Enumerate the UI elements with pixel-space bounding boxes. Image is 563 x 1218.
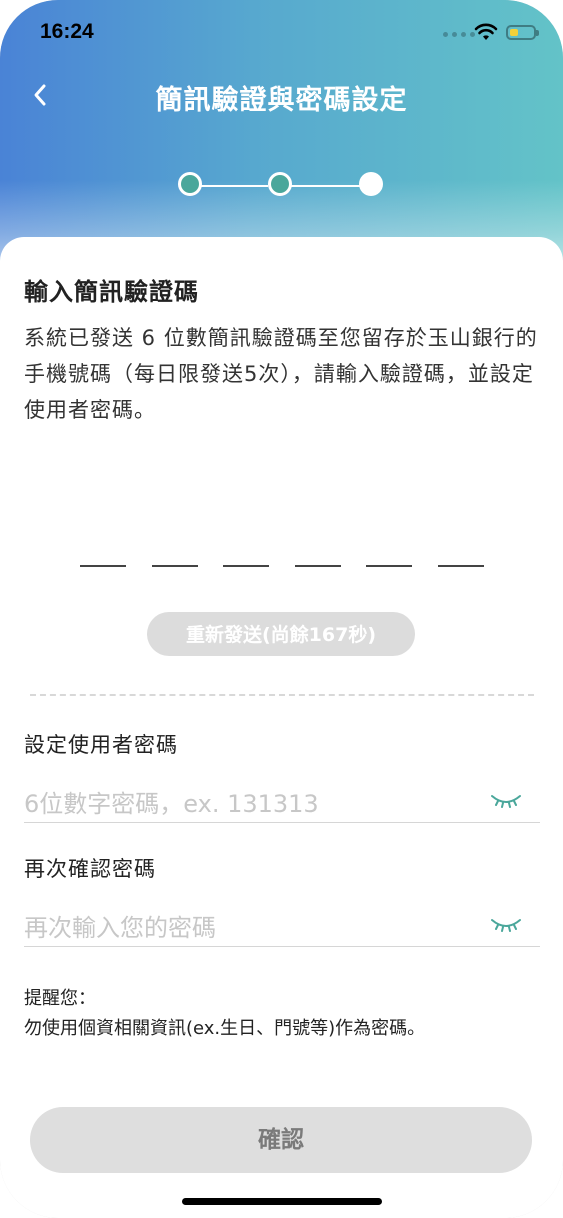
otp-digit-slot[interactable] [151, 565, 198, 567]
eye-closed-icon[interactable] [490, 914, 522, 934]
step-1-dot [178, 172, 202, 196]
otp-input[interactable] [80, 565, 484, 567]
confirm-password-label: 再次確認密碼 [24, 857, 156, 881]
step-2-dot [268, 172, 292, 196]
otp-digit-slot[interactable] [80, 565, 126, 567]
battery-icon [506, 25, 539, 40]
stepper-connector [198, 185, 268, 187]
phone-screen: 16:24 簡訊驗證與密碼設定 輸入簡訊驗證碼 系統已發送 6 位數簡訊驗證碼至… [0, 0, 563, 1218]
otp-digit-slot[interactable] [437, 565, 484, 567]
resend-button[interactable]: 重新發送(尚餘167秒) [147, 612, 415, 656]
section-divider [30, 694, 534, 696]
status-time: 16:24 [40, 20, 94, 43]
home-indicator [182, 1198, 382, 1205]
reminder-note: 提醒您： 勿使用個資相關資訊(ex.生日、門號等)作為密碼。 [24, 984, 425, 1044]
stepper-connector [291, 185, 361, 187]
sms-heading: 輸入簡訊驗證碼 [24, 278, 199, 306]
progress-stepper [176, 171, 386, 201]
confirm-password-placeholder: 再次輸入您的密碼 [24, 914, 216, 942]
signal-icon [443, 32, 475, 37]
confirm-button[interactable]: 確認 [30, 1107, 532, 1173]
eye-closed-icon[interactable] [490, 790, 522, 810]
reminder-text: 勿使用個資相關資訊(ex.生日、門號等)作為密碼。 [24, 1018, 426, 1039]
otp-digit-slot[interactable] [294, 565, 341, 567]
page-title: 簡訊驗證與密碼設定 [155, 85, 408, 116]
wifi-icon [474, 23, 498, 40]
otp-digit-slot[interactable] [223, 565, 270, 567]
password-label: 設定使用者密碼 [24, 733, 178, 757]
status-bar: 16:24 [0, 18, 563, 50]
reminder-title: 提醒您： [24, 988, 96, 1009]
confirm-password-field[interactable]: 再次輸入您的密碼 [24, 902, 540, 947]
step-3-dot [359, 172, 383, 196]
sms-description: 系統已發送 6 位數簡訊驗證碼至您留存於玉山銀行的手機號碼（每日限發送5次），請… [24, 326, 538, 422]
otp-digit-slot[interactable] [366, 565, 413, 567]
password-field[interactable]: 6位數字密碼，ex. 131313 [24, 778, 540, 823]
nav-bar: 簡訊驗證與密碼設定 [0, 70, 563, 124]
password-placeholder: 6位數字密碼，ex. 131313 [24, 790, 319, 818]
